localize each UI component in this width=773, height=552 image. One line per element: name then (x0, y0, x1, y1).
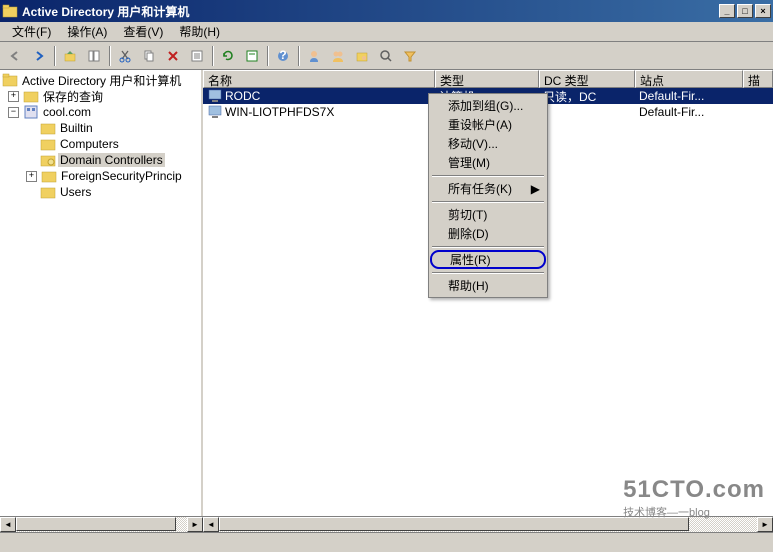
cell-site: Default-Fir... (635, 89, 743, 103)
col-type[interactable]: 类型 (435, 70, 539, 88)
menu-help[interactable]: 帮助(H) (171, 21, 228, 42)
tree-fsp[interactable]: + ForeignSecurityPrincip (2, 168, 199, 184)
window-title: Active Directory 用户和计算机 (22, 3, 717, 20)
content-area: Active Directory 用户和计算机 + 保存的查询 − cool.c… (0, 70, 773, 516)
cell-name: RODC (225, 89, 260, 103)
menu-manage[interactable]: 管理(M) (430, 153, 546, 172)
computer-icon (207, 89, 223, 103)
expand-icon[interactable]: + (26, 171, 37, 182)
folder-icon (40, 120, 56, 136)
help-button[interactable]: ? (272, 45, 294, 67)
scrollbar-row: ◄ ► ◄ ► (0, 516, 773, 532)
close-button[interactable]: × (755, 4, 771, 18)
menu-action[interactable]: 操作(A) (59, 21, 115, 42)
toolbar: ? (0, 42, 773, 70)
scroll-thumb[interactable] (16, 517, 176, 531)
menu-delete[interactable]: 删除(D) (430, 224, 546, 243)
tree-panel[interactable]: Active Directory 用户和计算机 + 保存的查询 − cool.c… (0, 70, 203, 516)
submenu-arrow-icon: ▶ (531, 182, 540, 196)
tree-computers[interactable]: Computers (2, 136, 199, 152)
menu-cut[interactable]: 剪切(T) (430, 205, 546, 224)
folder-icon (40, 136, 56, 152)
expand-icon[interactable]: + (8, 91, 19, 102)
titlebar: Active Directory 用户和计算机 _ □ × (0, 0, 773, 22)
minimize-button[interactable]: _ (719, 4, 735, 18)
menubar: 文件(F) 操作(A) 查看(V) 帮助(H) (0, 22, 773, 42)
tree-label: 保存的查询 (41, 88, 105, 105)
tree-label: Builtin (58, 121, 95, 135)
scroll-right-icon[interactable]: ► (187, 517, 203, 532)
app-icon (2, 3, 18, 19)
new-group-button[interactable] (327, 45, 349, 67)
cell-site: Default-Fir... (635, 105, 743, 119)
back-button[interactable] (4, 45, 26, 67)
list-body[interactable]: RODC 计算机 只读，DC Default-Fir... WIN-LIOTPH… (203, 88, 773, 516)
tree-label: Users (58, 185, 93, 199)
export-button[interactable] (241, 45, 263, 67)
statusbar (0, 532, 773, 552)
new-ou-button[interactable] (351, 45, 373, 67)
menu-add-to-group[interactable]: 添加到组(G)... (430, 96, 546, 115)
col-name[interactable]: 名称 (203, 70, 435, 88)
menu-reset-account[interactable]: 重设帐户(A) (430, 115, 546, 134)
tree-domain[interactable]: − cool.com (2, 104, 199, 120)
folder-icon (41, 168, 57, 184)
col-site[interactable]: 站点 (635, 70, 743, 88)
menu-help[interactable]: 帮助(H) (430, 276, 546, 295)
folder-icon (40, 184, 56, 200)
col-desc[interactable]: 描 (743, 70, 773, 88)
menu-properties[interactable]: 属性(R) (430, 250, 546, 269)
tree-domain-controllers[interactable]: Domain Controllers (2, 152, 199, 168)
refresh-button[interactable] (217, 45, 239, 67)
computer-icon (207, 105, 223, 119)
folder-icon (2, 72, 18, 88)
collapse-icon[interactable]: − (8, 107, 19, 118)
menu-separator (432, 272, 544, 273)
tree-users[interactable]: Users (2, 184, 199, 200)
forward-button[interactable] (28, 45, 50, 67)
filter-button[interactable] (399, 45, 421, 67)
maximize-button[interactable]: □ (737, 4, 753, 18)
scroll-left-icon[interactable]: ◄ (203, 517, 219, 532)
copy-button[interactable] (138, 45, 160, 67)
tree-root[interactable]: Active Directory 用户和计算机 (2, 72, 199, 88)
menu-all-tasks[interactable]: 所有任务(K)▶ (430, 179, 546, 198)
menu-separator (432, 246, 544, 247)
new-user-button[interactable] (303, 45, 325, 67)
delete-button[interactable] (162, 45, 184, 67)
context-menu: 添加到组(G)... 重设帐户(A) 移动(V)... 管理(M) 所有任务(K… (428, 93, 548, 298)
menu-view[interactable]: 查看(V) (115, 21, 171, 42)
col-dc-type[interactable]: DC 类型 (539, 70, 635, 88)
properties-button[interactable] (186, 45, 208, 67)
cell-dc-type: 只读，DC (539, 88, 635, 105)
cut-button[interactable] (114, 45, 136, 67)
ou-icon (40, 152, 56, 168)
tree-saved-queries[interactable]: + 保存的查询 (2, 88, 199, 104)
show-hide-button[interactable] (83, 45, 105, 67)
menu-move[interactable]: 移动(V)... (430, 134, 546, 153)
scroll-left-icon[interactable]: ◄ (0, 517, 16, 532)
up-button[interactable] (59, 45, 81, 67)
tree-label: Domain Controllers (58, 153, 165, 167)
domain-icon (23, 104, 39, 120)
menu-separator (432, 175, 544, 176)
menu-file[interactable]: 文件(F) (4, 21, 59, 42)
tree-label: cool.com (41, 105, 93, 119)
tree-builtin[interactable]: Builtin (2, 120, 199, 136)
svg-text:?: ? (279, 49, 286, 62)
list-panel: 名称 类型 DC 类型 站点 描 RODC 计算机 只读，DC Default-… (203, 70, 773, 516)
tree-hscroll[interactable]: ◄ ► (0, 516, 203, 532)
list-hscroll[interactable]: ◄ ► (203, 516, 773, 532)
scroll-right-icon[interactable]: ► (757, 517, 773, 532)
folder-icon (23, 88, 39, 104)
list-header: 名称 类型 DC 类型 站点 描 (203, 70, 773, 88)
scroll-thumb[interactable] (219, 517, 689, 531)
tree-label: ForeignSecurityPrincip (59, 169, 184, 183)
tree-root-label: Active Directory 用户和计算机 (20, 72, 183, 89)
menu-separator (432, 201, 544, 202)
cell-name: WIN-LIOTPHFDS7X (225, 105, 334, 119)
find-button[interactable] (375, 45, 397, 67)
tree-label: Computers (58, 137, 121, 151)
